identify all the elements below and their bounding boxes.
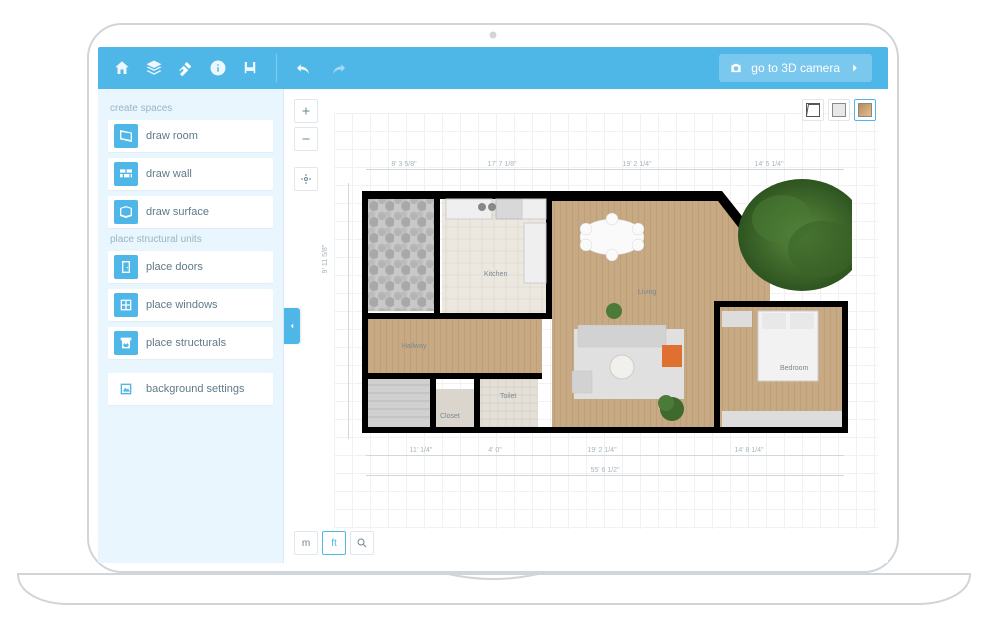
unit-controls: m ft	[294, 531, 374, 555]
nav-home[interactable]	[106, 47, 138, 89]
tool-label: place structurals	[146, 337, 226, 349]
background-settings-icon	[114, 377, 138, 401]
camera-button-label: go to 3D camera	[751, 61, 840, 75]
dim-left: 9' 11 5/8"	[322, 209, 329, 309]
nav-info[interactable]	[202, 47, 234, 89]
view-mode-shaded[interactable]	[828, 99, 850, 121]
nav-layers[interactable]	[138, 47, 170, 89]
nav-furniture[interactable]	[234, 47, 266, 89]
nav-build[interactable]	[170, 47, 202, 89]
tool-place-structurals[interactable]: place structurals	[108, 327, 273, 359]
zoom-controls	[294, 99, 318, 191]
label-hallway: Hallway	[402, 343, 427, 350]
label-living: Living	[638, 289, 656, 296]
zoom-in-button[interactable]	[294, 99, 318, 123]
view-mode-switcher	[802, 99, 876, 121]
tool-label: draw room	[146, 130, 198, 142]
unit-meters-button[interactable]: m	[294, 531, 318, 555]
dim-bot-4: 14' 8 1/4"	[684, 447, 814, 454]
draw-wall-icon	[114, 162, 138, 186]
door-icon	[114, 255, 138, 279]
label-kitchen: Kitchen	[484, 271, 507, 278]
section-header: place structural units	[110, 234, 273, 245]
tool-label: draw wall	[146, 168, 192, 180]
top-toolbar: go to 3D camera	[98, 47, 888, 89]
dim-bot-1: 11' 1/4"	[378, 447, 464, 454]
dim-total: 55' 6 1/2"	[366, 467, 844, 474]
tool-label: place windows	[146, 299, 218, 311]
draw-room-icon	[114, 124, 138, 148]
unit-feet-button[interactable]: ft	[322, 531, 346, 555]
tool-label: draw surface	[146, 206, 209, 218]
tool-place-doors[interactable]: place doors	[108, 251, 273, 283]
dim-top-2: 17' 7 1/8"	[442, 161, 562, 168]
dim-top-1: 8' 3 5/8"	[372, 161, 436, 168]
camera-icon	[729, 61, 743, 75]
tool-draw-surface[interactable]: draw surface	[108, 196, 273, 228]
chevron-left-icon	[287, 321, 297, 331]
view-mode-outline[interactable]	[802, 99, 824, 121]
tool-draw-wall[interactable]: draw wall	[108, 158, 273, 190]
fireplace-icon	[114, 331, 138, 355]
tool-background-settings[interactable]: background settings	[108, 373, 273, 405]
tool-place-windows[interactable]: place windows	[108, 289, 273, 321]
sidebar: create spaces draw room draw wall draw s…	[98, 89, 284, 563]
window-icon	[114, 293, 138, 317]
search-button[interactable]	[350, 531, 374, 555]
app-screen: go to 3D camera create spaces draw room …	[98, 47, 888, 563]
label-bedroom: Bedroom	[780, 365, 808, 372]
divider	[276, 54, 277, 82]
label-closet: Closet	[440, 413, 460, 420]
dim-top-3: 19' 2 1/4"	[570, 161, 704, 168]
chevron-right-icon	[848, 61, 862, 75]
floorplan: Kitchen Living Hallway Toilet Closet Bed…	[362, 179, 852, 439]
go-to-3d-camera-button[interactable]: go to 3D camera	[719, 54, 872, 82]
zoom-out-button[interactable]	[294, 127, 318, 151]
tool-draw-room[interactable]: draw room	[108, 120, 273, 152]
view-mode-textured[interactable]	[854, 99, 876, 121]
undo-button[interactable]	[287, 47, 319, 89]
redo-button[interactable]	[323, 47, 355, 89]
dim-top-4: 14' 5 1/4"	[714, 161, 824, 168]
draw-surface-icon	[114, 200, 138, 224]
section-header: create spaces	[110, 103, 273, 114]
dim-bot-2: 4' 0"	[470, 447, 520, 454]
tool-label: background settings	[146, 383, 244, 395]
dim-bot-3: 19' 2 1/4"	[530, 447, 674, 454]
tool-label: place doors	[146, 261, 203, 273]
canvas[interactable]: m ft 8' 3 5/8" 17' 7 1/8" 19' 2 1/4" 14'…	[284, 89, 888, 563]
collapse-sidebar-button[interactable]	[284, 308, 300, 344]
label-toilet: Toilet	[500, 393, 516, 400]
center-view-button[interactable]	[294, 167, 318, 191]
